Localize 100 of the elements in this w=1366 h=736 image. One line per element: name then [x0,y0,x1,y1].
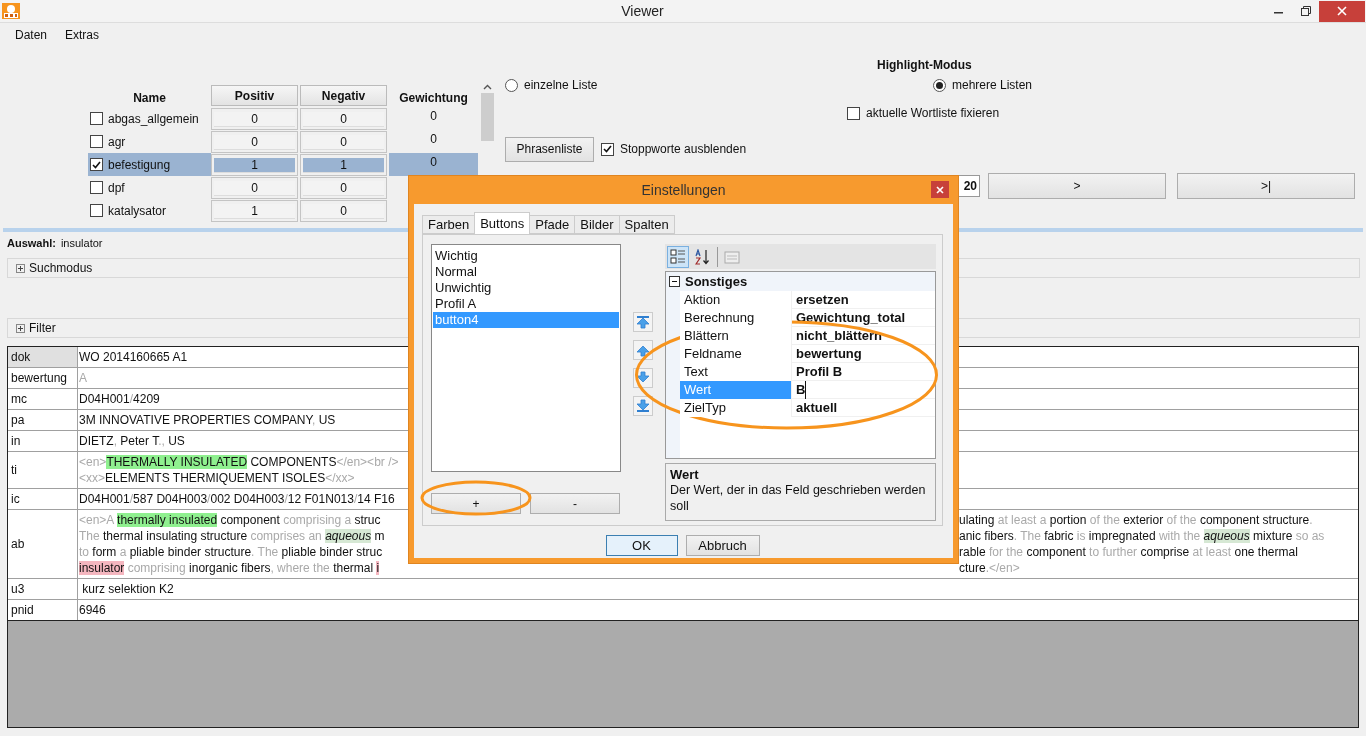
radio-button[interactable] [933,78,946,92]
property-name[interactable]: Aktion [680,291,792,309]
radio-button[interactable] [505,78,518,92]
checkbox[interactable] [90,112,103,125]
property-name[interactable]: Berechnung [680,309,792,327]
categorized-button[interactable] [667,245,689,268]
field-value: D04H001/587 D04H003/002 D04H003/12 F01N013/14 F16 [79,491,396,507]
expand-icon[interactable] [16,323,25,333]
checkbox[interactable] [847,106,860,120]
list-row[interactable]: dpf [88,176,211,199]
field-value: <xx>ELEMENTS THERMIQUEMENT ISOLES</xx> [79,470,356,486]
category-title: Sonstiges [685,274,748,289]
list-row[interactable]: befestigung [88,153,211,176]
tab[interactable]: Buttons [474,212,531,234]
menu-item[interactable]: Daten [15,27,48,42]
navigation-button[interactable]: >| [1177,173,1355,199]
field-name: ic [8,489,78,509]
close-icon [1337,6,1347,16]
description-title: Wert [670,467,700,482]
property-value[interactable]: aktuell [792,399,935,417]
tab[interactable]: Bilder [574,215,620,234]
field-name: u3 [8,579,78,599]
property-value[interactable]: bewertung [792,345,935,363]
list-row[interactable]: katalysator [88,199,211,222]
field-value: cture.</en> [959,560,1021,576]
column-header[interactable]: Positiv [211,85,298,106]
count-field[interactable]: 0 [214,180,295,196]
sort-icon [695,248,711,265]
group-title: Filter [29,321,56,335]
field-value: A [79,370,88,386]
checkbox[interactable] [90,158,103,171]
restore-icon [1300,6,1311,16]
count-field[interactable]: 0 [214,134,295,150]
move-top-button[interactable] [632,312,653,332]
list-name: dpf [108,180,125,195]
property-value[interactable]: nicht_blättern [792,327,935,345]
list-item[interactable]: Unwichtig [433,280,619,296]
radio-label: einzelne Liste [524,78,598,92]
count-field[interactable]: 0 [303,203,384,219]
property-name[interactable]: Text [680,363,792,381]
close-button[interactable] [1319,0,1365,22]
checkbox[interactable] [601,142,614,156]
tab[interactable]: Farben [422,215,476,234]
checkbox[interactable] [90,181,103,194]
list-row[interactable]: abgas_allgemein [88,107,211,130]
field-value: rable for the component to further comprise at least one thermal [959,544,1299,560]
count-field[interactable]: 0 [214,111,295,127]
list-item[interactable]: Normal [433,264,619,280]
field-value: insulator comprising inorganic fibers, where the thermal i [79,560,381,576]
property-value[interactable]: Gewichtung_total [792,309,935,327]
checkbox-label: Stoppworte ausblenden [620,142,747,156]
tab[interactable]: Spalten [618,215,675,234]
field-name: mc [8,389,78,409]
page-field[interactable]: 20 [958,175,980,197]
count-field[interactable]: 1 [214,157,295,173]
description-text: Der Wert, der in das Feld geschrieben werden soll [670,482,927,514]
property-value[interactable]: B [792,381,807,399]
list-item[interactable]: Profil A [433,296,619,312]
column-header[interactable]: Negativ [300,85,387,106]
field-name: pnid [8,600,78,620]
count-field[interactable]: 1 [214,203,295,219]
collapse-icon[interactable] [669,276,680,287]
field-value: D04H001/4209 [79,391,161,407]
cancel-button[interactable]: Abbruch [685,535,760,556]
property-value[interactable]: ersetzen [792,291,935,309]
property-value[interactable]: Profil B [792,363,935,381]
move-up-button[interactable] [632,340,653,360]
list-name: katalysator [108,203,167,218]
remove-button[interactable]: - [530,493,620,514]
column-header: Name [133,91,166,107]
tab[interactable]: Pfade [529,215,576,234]
count-field[interactable]: 0 [303,180,384,196]
group-title: Suchmodus [29,261,93,275]
field-name: pa [8,410,78,430]
count-field[interactable]: 0 [303,134,384,150]
count-field[interactable]: 1 [303,157,384,173]
list-name: agr [108,134,126,149]
field-value: 3M INNOVATIVE PROPERTIES COMPANY, US [79,412,337,428]
checkbox[interactable] [90,135,103,148]
move-top-icon [635,315,650,329]
dialog-title: Einstellungen [641,182,726,198]
property-name[interactable]: ZielTyp [680,399,792,417]
property-name[interactable]: Feldname [680,345,792,363]
list-item[interactable]: Wichtig [433,248,619,264]
close-button[interactable] [931,181,949,198]
categorized-icon [670,248,686,265]
weight-value: 0 [430,132,437,148]
property-name[interactable]: Blättern [680,327,792,345]
menu-item[interactable]: Extras [65,27,100,42]
expand-icon[interactable] [16,263,25,273]
checkbox[interactable] [90,204,103,217]
move-bottom-button[interactable] [632,396,653,416]
ok-button[interactable]: OK [605,535,678,556]
navigation-button[interactable]: > [988,173,1166,199]
phrase-list-button[interactable]: Phrasenliste [505,136,594,162]
move-down-icon [635,371,650,385]
list-row[interactable]: agr [88,130,211,153]
list-name: abgas_allgemein [108,111,199,126]
field-value: The thermal insulating structure comprises an aqueous m [79,528,386,544]
count-field[interactable]: 0 [303,111,384,127]
